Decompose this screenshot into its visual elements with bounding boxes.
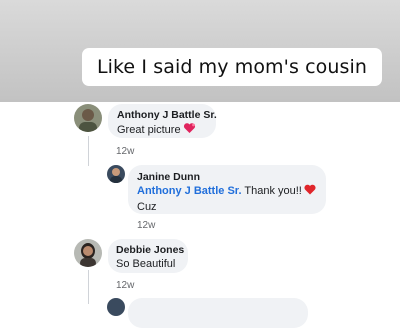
reply-bubble: Janine Dunn Anthony J Battle Sr. Thank y…: [128, 165, 326, 214]
red-heart-icon: [304, 184, 316, 200]
reply-text-body: Thank you!!: [244, 185, 302, 197]
comment-text-body: Great picture: [117, 124, 181, 136]
reply-author[interactable]: Janine Dunn: [137, 170, 317, 184]
avatar-janine[interactable]: [107, 165, 125, 183]
mention-link[interactable]: Anthony J Battle Sr.: [137, 185, 242, 197]
comment-time[interactable]: 12w: [116, 146, 134, 157]
avatar-next-comment[interactable]: [107, 298, 125, 316]
comment-time[interactable]: 12w: [116, 280, 134, 291]
overlay-caption: Like I said my mom's cousin: [82, 48, 382, 86]
reply-time[interactable]: 12w: [137, 220, 155, 231]
avatar-debbie[interactable]: [74, 239, 102, 267]
comment-text: Great picture: [117, 122, 207, 139]
comment-bubble: Anthony J Battle Sr. Great picture: [108, 104, 217, 139]
comment-author[interactable]: Debbie Jones: [116, 243, 184, 257]
heart-emoji-icon: [183, 122, 196, 139]
reply-thread-line: [88, 136, 89, 166]
avatar-anthony[interactable]: [74, 104, 102, 132]
reply-bubble-partial: [128, 298, 308, 328]
reply-text-line2: Cuz: [137, 201, 157, 213]
reply-text: Anthony J Battle Sr. Thank you!!: [137, 184, 317, 200]
reply-thread-line: [88, 270, 89, 304]
comment-bubble: Debbie Jones So Beautiful: [108, 239, 188, 273]
comment-author[interactable]: Anthony J Battle Sr.: [117, 108, 217, 122]
comment-text: So Beautiful: [116, 258, 176, 270]
